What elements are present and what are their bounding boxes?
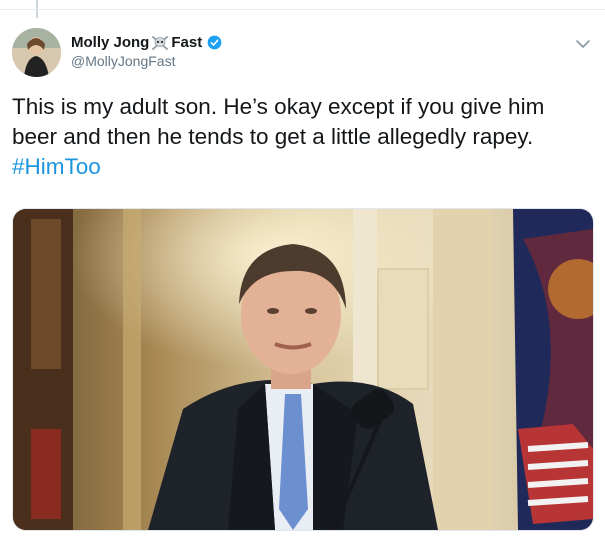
skull-crossbones-icon bbox=[151, 35, 169, 51]
tweet-card: Molly Jong Fast @MollyJongFast This is m… bbox=[0, 0, 605, 539]
chevron-down-icon[interactable] bbox=[575, 36, 591, 48]
author-block: Molly Jong Fast @MollyJongFast bbox=[71, 34, 222, 69]
avatar[interactable] bbox=[12, 28, 61, 77]
display-name-first: Molly Jong bbox=[71, 34, 150, 51]
author-display-name[interactable]: Molly Jong Fast bbox=[71, 34, 222, 51]
tweet-media-image[interactable] bbox=[12, 208, 594, 531]
display-name-last: Fast bbox=[171, 34, 203, 51]
verified-badge-icon bbox=[207, 35, 222, 50]
tweet-text: This is my adult son. He’s okay except i… bbox=[12, 92, 592, 182]
divider bbox=[0, 9, 605, 10]
tweet-body: This is my adult son. He’s okay except i… bbox=[12, 94, 545, 149]
media-photo bbox=[13, 209, 593, 530]
hashtag-link[interactable]: #HimToo bbox=[12, 152, 592, 182]
author-handle[interactable]: @MollyJongFast bbox=[71, 53, 222, 69]
